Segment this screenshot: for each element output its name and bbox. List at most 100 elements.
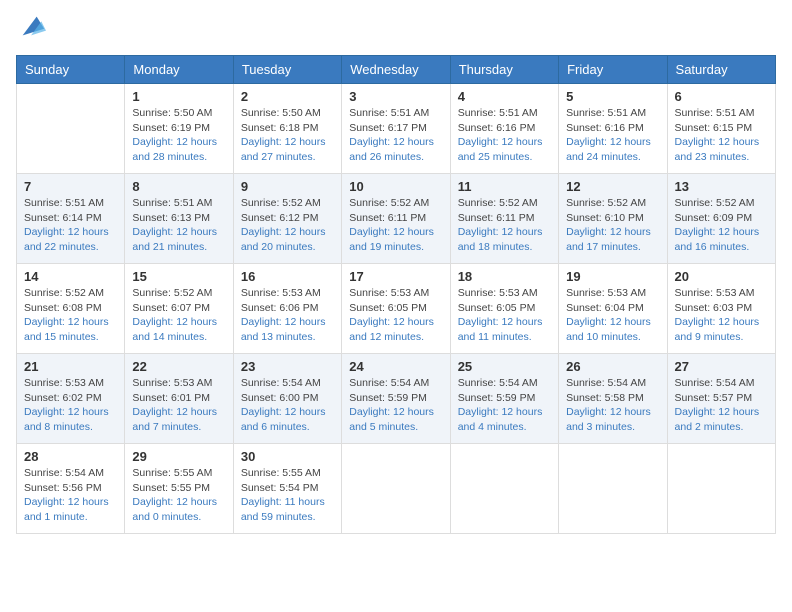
sunrise-text: Sunrise: 5:53 AM xyxy=(566,286,659,301)
daylight-line1: Daylight: 12 hours xyxy=(241,405,334,420)
calendar-cell: 4Sunrise: 5:51 AMSunset: 6:16 PMDaylight… xyxy=(450,84,558,174)
sunset-text: Sunset: 5:54 PM xyxy=(241,481,334,496)
sunset-text: Sunset: 6:09 PM xyxy=(675,211,768,226)
daylight-line1: Daylight: 12 hours xyxy=(458,315,551,330)
sunrise-text: Sunrise: 5:54 AM xyxy=(241,376,334,391)
calendar-cell: 29Sunrise: 5:55 AMSunset: 5:55 PMDayligh… xyxy=(125,444,233,534)
daylight-line1: Daylight: 12 hours xyxy=(132,135,225,150)
daylight-line2: and 6 minutes. xyxy=(241,420,334,435)
calendar-cell: 11Sunrise: 5:52 AMSunset: 6:11 PMDayligh… xyxy=(450,174,558,264)
sunset-text: Sunset: 6:08 PM xyxy=(24,301,117,316)
calendar-cell: 3Sunrise: 5:51 AMSunset: 6:17 PMDaylight… xyxy=(342,84,450,174)
sunset-text: Sunset: 6:16 PM xyxy=(566,121,659,136)
sunset-text: Sunset: 6:12 PM xyxy=(241,211,334,226)
logo xyxy=(16,16,46,45)
sunrise-text: Sunrise: 5:53 AM xyxy=(675,286,768,301)
sunrise-text: Sunrise: 5:51 AM xyxy=(132,196,225,211)
calendar-cell: 9Sunrise: 5:52 AMSunset: 6:12 PMDaylight… xyxy=(233,174,341,264)
day-number: 15 xyxy=(132,269,225,284)
day-number: 20 xyxy=(675,269,768,284)
daylight-line1: Daylight: 12 hours xyxy=(132,495,225,510)
sunset-text: Sunset: 6:01 PM xyxy=(132,391,225,406)
calendar-table: SundayMondayTuesdayWednesdayThursdayFrid… xyxy=(16,55,776,534)
daylight-line1: Daylight: 12 hours xyxy=(241,315,334,330)
day-info: Sunrise: 5:53 AMSunset: 6:05 PMDaylight:… xyxy=(458,286,551,345)
calendar-cell: 5Sunrise: 5:51 AMSunset: 6:16 PMDaylight… xyxy=(559,84,667,174)
calendar-cell: 8Sunrise: 5:51 AMSunset: 6:13 PMDaylight… xyxy=(125,174,233,264)
calendar-cell: 22Sunrise: 5:53 AMSunset: 6:01 PMDayligh… xyxy=(125,354,233,444)
day-info: Sunrise: 5:52 AMSunset: 6:11 PMDaylight:… xyxy=(349,196,442,255)
sunrise-text: Sunrise: 5:52 AM xyxy=(675,196,768,211)
daylight-line2: and 23 minutes. xyxy=(675,150,768,165)
day-info: Sunrise: 5:54 AMSunset: 6:00 PMDaylight:… xyxy=(241,376,334,435)
daylight-line1: Daylight: 12 hours xyxy=(675,315,768,330)
daylight-line1: Daylight: 12 hours xyxy=(458,405,551,420)
calendar-cell xyxy=(559,444,667,534)
calendar-cell: 30Sunrise: 5:55 AMSunset: 5:54 PMDayligh… xyxy=(233,444,341,534)
sunset-text: Sunset: 6:11 PM xyxy=(458,211,551,226)
daylight-line2: and 15 minutes. xyxy=(24,330,117,345)
daylight-line1: Daylight: 12 hours xyxy=(458,225,551,240)
sunrise-text: Sunrise: 5:54 AM xyxy=(566,376,659,391)
daylight-line1: Daylight: 12 hours xyxy=(349,135,442,150)
calendar-cell: 2Sunrise: 5:50 AMSunset: 6:18 PMDaylight… xyxy=(233,84,341,174)
daylight-line2: and 10 minutes. xyxy=(566,330,659,345)
day-info: Sunrise: 5:52 AMSunset: 6:10 PMDaylight:… xyxy=(566,196,659,255)
day-number: 25 xyxy=(458,359,551,374)
daylight-line1: Daylight: 12 hours xyxy=(24,315,117,330)
daylight-line2: and 7 minutes. xyxy=(132,420,225,435)
day-info: Sunrise: 5:54 AMSunset: 5:59 PMDaylight:… xyxy=(349,376,442,435)
logo-icon xyxy=(18,12,46,40)
calendar-week-row: 28Sunrise: 5:54 AMSunset: 5:56 PMDayligh… xyxy=(17,444,776,534)
calendar-cell: 26Sunrise: 5:54 AMSunset: 5:58 PMDayligh… xyxy=(559,354,667,444)
day-number: 3 xyxy=(349,89,442,104)
sunrise-text: Sunrise: 5:51 AM xyxy=(24,196,117,211)
daylight-line2: and 13 minutes. xyxy=(241,330,334,345)
calendar-cell: 1 Sunrise: 5:50 AMSunset: 6:19 PMDaylight… xyxy=(125,84,233,174)
sunrise-text: Sunrise: 5:51 AM xyxy=(566,106,659,121)
calendar-week-row: 7Sunrise: 5:51 AMSunset: 6:14 PMDaylight… xyxy=(17,174,776,264)
day-info: Sunrise: 5:51 AMSunset: 6:14 PMDaylight:… xyxy=(24,196,117,255)
calendar-cell: 24Sunrise: 5:54 AMSunset: 5:59 PMDayligh… xyxy=(342,354,450,444)
calendar-cell xyxy=(667,444,775,534)
day-info: Sunrise: 5:53 AMSunset: 6:04 PMDaylight:… xyxy=(566,286,659,345)
sunrise-text: Sunrise: 5:53 AM xyxy=(458,286,551,301)
weekday-header-tuesday: Tuesday xyxy=(233,56,341,84)
day-info: Sunrise: 5:55 AMSunset: 5:55 PMDaylight:… xyxy=(132,466,225,525)
sunset-text: Sunset: 6:15 PM xyxy=(675,121,768,136)
daylight-line2: and 16 minutes. xyxy=(675,240,768,255)
sunset-text: Sunset: 5:56 PM xyxy=(24,481,117,496)
sunrise-text: Sunrise: 5:53 AM xyxy=(241,286,334,301)
sunset-text: Sunset: 6:07 PM xyxy=(132,301,225,316)
sunset-text: Sunset: 6:18 PM xyxy=(241,121,334,136)
daylight-line2: and 18 minutes. xyxy=(458,240,551,255)
calendar-week-row: 21Sunrise: 5:53 AMSunset: 6:02 PMDayligh… xyxy=(17,354,776,444)
sunset-text: Sunset: 6:19 PM xyxy=(132,121,225,136)
day-number: 11 xyxy=(458,179,551,194)
sunrise-text: Sunrise: 5:54 AM xyxy=(24,466,117,481)
day-number: 17 xyxy=(349,269,442,284)
daylight-line1: Daylight: 12 hours xyxy=(241,135,334,150)
daylight-line2: and 11 minutes. xyxy=(458,330,551,345)
day-number: 1 xyxy=(132,89,225,104)
daylight-line1: Daylight: 12 hours xyxy=(241,225,334,240)
daylight-line1: Daylight: 12 hours xyxy=(566,315,659,330)
day-number: 13 xyxy=(675,179,768,194)
daylight-line2: and 14 minutes. xyxy=(132,330,225,345)
sunrise-text: Sunrise: 5:53 AM xyxy=(132,376,225,391)
sunset-text: Sunset: 6:06 PM xyxy=(241,301,334,316)
calendar-cell xyxy=(450,444,558,534)
sunrise-text: Sunrise: 5:54 AM xyxy=(675,376,768,391)
daylight-line1: Daylight: 12 hours xyxy=(675,405,768,420)
daylight-line2: and 28 minutes. xyxy=(132,150,225,165)
weekday-header-thursday: Thursday xyxy=(450,56,558,84)
calendar-cell: 27Sunrise: 5:54 AMSunset: 5:57 PMDayligh… xyxy=(667,354,775,444)
sunrise-text: Sunrise: 5:52 AM xyxy=(566,196,659,211)
day-number: 16 xyxy=(241,269,334,284)
daylight-line2: and 9 minutes. xyxy=(675,330,768,345)
day-info: Sunrise: 5:50 AMSunset: 6:19 PMDaylight:… xyxy=(132,106,225,165)
day-number: 6 xyxy=(675,89,768,104)
sunset-text: Sunset: 6:04 PM xyxy=(566,301,659,316)
sunrise-text: Sunrise: 5:53 AM xyxy=(349,286,442,301)
sunrise-text: Sunrise: 5:51 AM xyxy=(458,106,551,121)
